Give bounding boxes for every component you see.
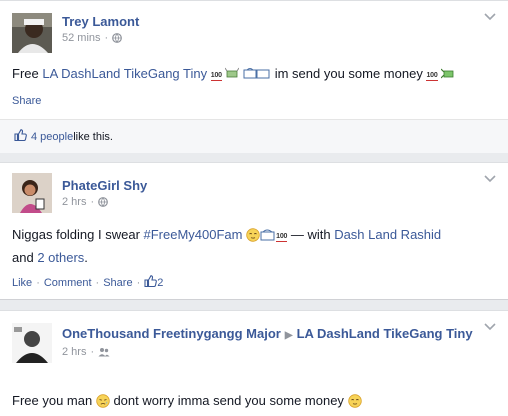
avatar[interactable] bbox=[12, 173, 52, 213]
post-timestamp[interactable]: 52 mins bbox=[62, 30, 101, 46]
post-phategirl-shy: PhateGirl Shy 2 hrs · Niggas folding I s… bbox=[0, 162, 508, 300]
post-timestamp[interactable]: 2 hrs bbox=[62, 194, 86, 210]
relieved-face-emoji bbox=[246, 228, 260, 248]
avatar[interactable] bbox=[12, 13, 52, 53]
post-text: Free LA DashLand TikeGang Tiny 100 im se… bbox=[12, 64, 494, 87]
chevron-down-icon[interactable] bbox=[484, 323, 496, 331]
post-author[interactable]: Trey Lamont bbox=[62, 13, 139, 30]
globe-icon bbox=[98, 197, 109, 207]
post-onethousand: OneThousand Freetinygangg Major ▶ LA DashL… bbox=[0, 310, 508, 416]
post-author[interactable]: OneThousand Freetinygangg Major bbox=[62, 326, 281, 341]
relieved-face-emoji bbox=[347, 394, 362, 414]
chevron-down-icon[interactable] bbox=[484, 13, 496, 21]
money-wings-emoji bbox=[225, 67, 240, 87]
like-link[interactable]: Like bbox=[12, 276, 32, 290]
post-text: Niggas folding I swear #FreeMy400Fam 100… bbox=[12, 227, 442, 265]
hundred-emoji: 100 bbox=[276, 233, 288, 242]
globe-icon bbox=[112, 33, 123, 43]
share-link[interactable]: Share bbox=[12, 94, 41, 108]
like-count[interactable]: 2 bbox=[157, 276, 163, 290]
thumbs-up-icon[interactable] bbox=[144, 275, 158, 291]
disappointed-face-emoji bbox=[96, 394, 110, 414]
chevron-down-icon[interactable] bbox=[484, 175, 496, 183]
comment-link[interactable]: Comment bbox=[44, 276, 92, 290]
post-trey-lamont: Trey Lamont 52 mins · Free LA DashLand T… bbox=[0, 0, 508, 153]
dollar-bills-emoji bbox=[260, 228, 276, 248]
dollar-bills-emoji bbox=[243, 67, 271, 87]
share-link[interactable]: Share bbox=[103, 276, 132, 290]
tagged-others-link[interactable]: 2 others bbox=[37, 250, 84, 265]
tagged-page-link[interactable]: LA DashLand TikeGang Tiny bbox=[42, 66, 207, 81]
hashtag-link[interactable]: #FreeMy400Fam bbox=[144, 227, 243, 242]
likes-summary: 4 people like this. bbox=[0, 119, 508, 153]
money-wings-emoji bbox=[440, 67, 455, 87]
arrow-right-icon: ▶ bbox=[284, 330, 293, 341]
hundred-emoji: 100 bbox=[426, 72, 438, 81]
post-author[interactable]: PhateGirl Shy bbox=[62, 177, 147, 194]
post-target-page[interactable]: LA DashLand TikeGang Tiny bbox=[297, 326, 473, 341]
hundred-emoji: 100 bbox=[210, 72, 222, 81]
friends-icon bbox=[98, 347, 110, 357]
avatar[interactable] bbox=[12, 323, 52, 363]
post-text: Free you man dont worry imma send you so… bbox=[12, 391, 494, 414]
post-timestamp[interactable]: 2 hrs bbox=[62, 344, 86, 360]
thumbs-up-icon[interactable] bbox=[14, 129, 31, 144]
tagged-friend-link[interactable]: Dash Land Rashid bbox=[334, 227, 441, 242]
likers-link[interactable]: 4 people bbox=[31, 131, 73, 143]
